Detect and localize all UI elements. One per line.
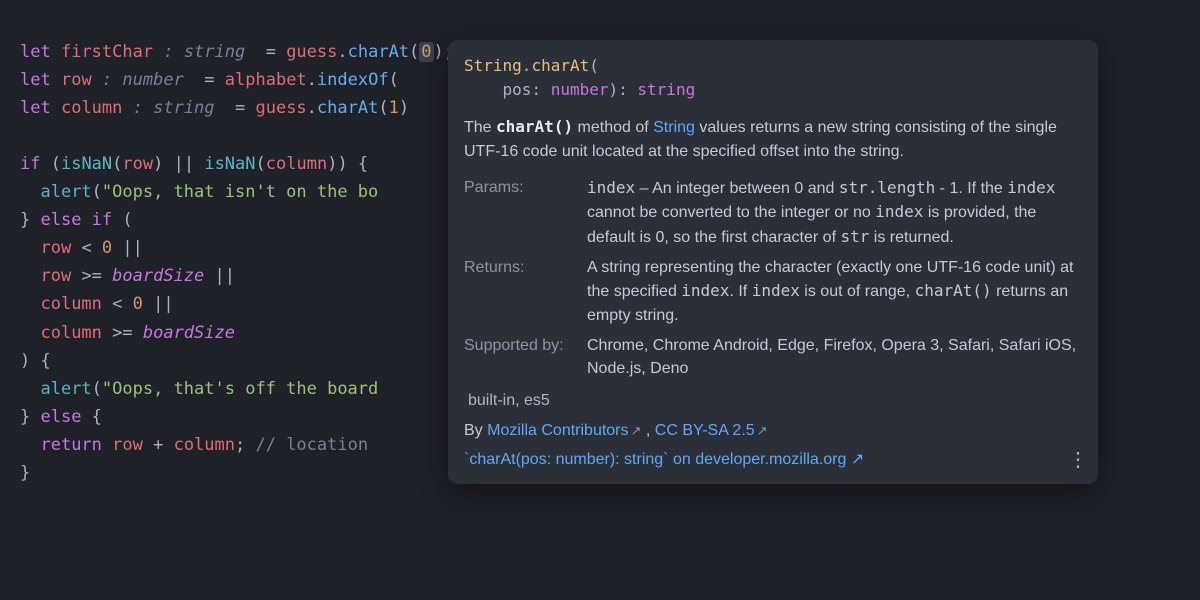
doc-description: The charAt() method of String values ret…: [464, 115, 1082, 163]
external-icon: ↗: [757, 423, 768, 438]
link-string[interactable]: String: [653, 119, 695, 136]
active-arg: 0: [419, 42, 433, 62]
comment: // location: [255, 435, 368, 455]
external-icon: ↗: [851, 451, 864, 468]
type-annot: : string: [163, 42, 245, 62]
doc-attribution: By Mozilla Contributors↗ , CC BY-SA 2.5↗: [464, 419, 1082, 443]
signature: String.charAt( pos: number): string: [464, 54, 1082, 101]
keyword-let: let: [20, 42, 51, 62]
link-mdn[interactable]: `charAt(pos: number): string` on develop…: [464, 448, 1082, 472]
var-firstChar: firstChar: [61, 42, 153, 62]
more-menu-button[interactable]: ⋮: [1068, 446, 1088, 476]
link-license[interactable]: CC BY-SA 2.5: [655, 422, 755, 439]
doc-supported: Supported by: Chrome, Chrome Android, Ed…: [464, 334, 1082, 381]
doc-tags: built-in, es5: [468, 389, 1082, 413]
link-contributors[interactable]: Mozilla Contributors: [487, 422, 628, 439]
signature-help-popup: String.charAt( pos: number): string The …: [448, 40, 1098, 484]
call-charAt: charAt: [348, 42, 409, 62]
external-icon: ↗: [631, 423, 642, 438]
doc-params: Params: index – An integer between 0 and…: [464, 176, 1082, 250]
doc-returns: Returns: A string representing the chara…: [464, 256, 1082, 328]
